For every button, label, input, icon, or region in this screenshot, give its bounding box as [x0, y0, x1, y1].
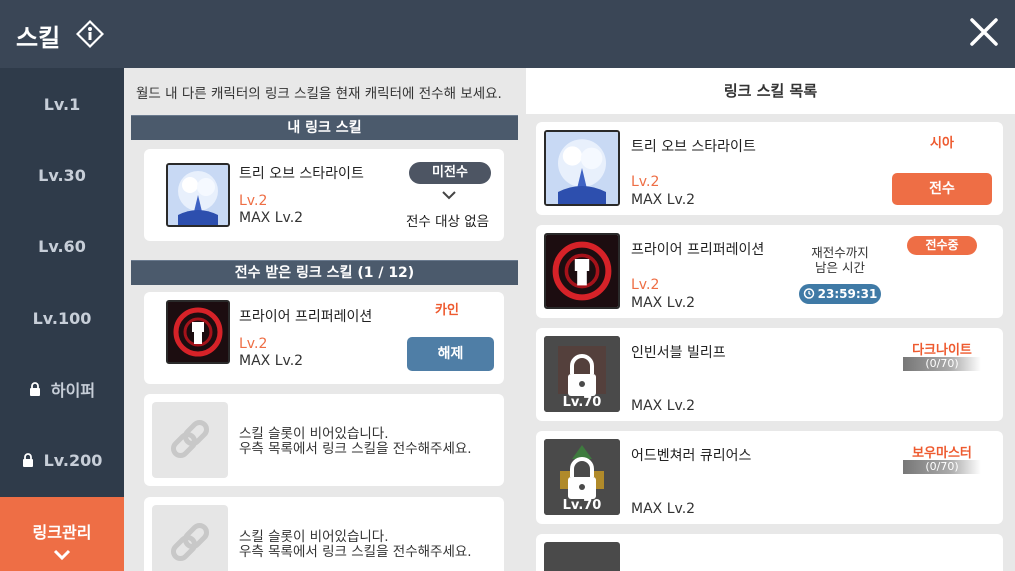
skill-name: 프라이어 프리퍼레이션 — [239, 309, 373, 325]
skill-max-level: MAX Lv.2 — [239, 210, 304, 226]
sidebar-item-lv100[interactable]: Lv.100 — [0, 288, 124, 348]
top-bar: 스킬 — [0, 0, 1015, 68]
sidebar-item-label: Lv.100 — [32, 308, 92, 328]
adventurer-curious-icon: Lv.70 — [544, 439, 620, 515]
lock-icon — [22, 453, 33, 467]
skill-name: 어드벤쳐러 큐리어스 — [631, 448, 752, 464]
list-item[interactable] — [536, 534, 1003, 571]
release-button[interactable]: 해제 — [407, 337, 494, 371]
page-title: 스킬 — [16, 24, 61, 52]
sidebar-item-lv200[interactable]: Lv.200 — [0, 430, 124, 490]
chain-link-icon — [170, 419, 210, 459]
lock-icon — [29, 382, 40, 396]
empty-slot-card[interactable]: 스킬 슬롯이 비어있습니다. 우측 목록에서 링크 스킬을 전수해주세요. — [144, 497, 504, 571]
status-badge: 전수중 — [907, 236, 977, 255]
skill-max-level: MAX Lv.2 — [631, 501, 696, 517]
sidebar-item-lv1[interactable]: Lv.1 — [0, 74, 124, 134]
chevron-down-icon[interactable] — [442, 191, 456, 200]
info-icon[interactable] — [75, 19, 105, 49]
skill-max-level: MAX Lv.2 — [631, 192, 696, 208]
skill-name: 프라이어 프리퍼레이션 — [631, 242, 765, 258]
empty-slot-text-1: 스킬 슬롯이 비어있습니다. — [239, 529, 389, 545]
skill-max-level: MAX Lv.2 — [239, 353, 304, 369]
sidebar-item-label: 링크관리 — [32, 523, 92, 542]
left-panel: 월드 내 다른 캐릭터의 링크 스킬을 현재 캐릭터에 전수해 보세요. 내 링… — [124, 68, 526, 571]
skill-level: Lv.2 — [631, 277, 660, 293]
list-item[interactable]: Lv.70 인빈서블 빌리프 다크나이트 (0/70) MAX Lv.2 — [536, 328, 1003, 421]
owner-name: 시아 — [930, 136, 954, 151]
list-item[interactable]: 트리 오브 스타라이트 시아 Lv.2 MAX Lv.2 전수 — [536, 122, 1003, 215]
link-skill-list-title: 링크 스킬 목록 — [526, 68, 1015, 114]
sidebar-item-lv60[interactable]: Lv.60 — [0, 216, 124, 276]
sidebar-item-label: Lv.200 — [43, 450, 103, 470]
skill-level: Lv.2 — [239, 336, 268, 352]
progress-bar: (0/70) — [903, 460, 981, 474]
owner-name: 카인 — [435, 303, 459, 318]
skill-level: Lv.2 — [239, 193, 268, 209]
list-item[interactable]: Lv.70 어드벤쳐러 큐리어스 보우마스터 (0/70) MAX Lv.2 — [536, 431, 1003, 524]
sidebar-item-label: Lv.30 — [38, 165, 86, 185]
received-skill-header: 전수 받은 링크 스킬 (1 / 12) — [131, 260, 518, 285]
prior-preparation-icon — [166, 300, 230, 364]
timer-label-1: 재전수까지 — [811, 245, 869, 260]
tree-of-starlight-icon — [544, 130, 620, 206]
empty-slot-icon — [152, 402, 228, 478]
owner-name: 보우마스터 — [912, 446, 972, 461]
skill-name: 트리 오브 스타라이트 — [239, 166, 364, 182]
skill-max-level: MAX Lv.2 — [631, 295, 696, 311]
status-badge: 미전수 — [409, 162, 491, 184]
chain-link-icon — [170, 522, 210, 562]
transfer-button[interactable]: 전수 — [892, 173, 992, 205]
empty-slot-text-2: 우측 목록에서 링크 스킬을 전수해주세요. — [239, 441, 472, 457]
chevron-down-icon — [53, 549, 71, 561]
empty-slot-icon — [152, 505, 228, 571]
close-icon[interactable] — [968, 16, 1000, 48]
timer-pill: 23:59:31 — [799, 284, 881, 304]
progress-bar: (0/70) — [903, 357, 981, 371]
skill-max-level: MAX Lv.2 — [631, 398, 696, 414]
empty-slot-text-2: 우측 목록에서 링크 스킬을 전수해주세요. — [239, 544, 472, 560]
skill-level: Lv.2 — [631, 174, 660, 190]
tree-of-starlight-icon — [166, 163, 230, 227]
empty-slot-card[interactable]: 스킬 슬롯이 비어있습니다. 우측 목록에서 링크 스킬을 전수해주세요. — [144, 394, 504, 486]
my-link-skill-header: 내 링크 스킬 — [131, 115, 518, 140]
skill-icon — [544, 542, 620, 571]
sidebar-item-label: Lv.1 — [43, 94, 81, 114]
prior-preparation-icon — [544, 233, 620, 309]
my-skill-card: 트리 오브 스타라이트 Lv.2 MAX Lv.2 미전수 전수 대상 없음 — [144, 149, 504, 241]
timer-value: 23:59:31 — [817, 287, 878, 301]
sidebar: Lv.1 Lv.30 Lv.60 Lv.100 하이퍼 Lv.200 링크관리 — [0, 68, 124, 571]
skill-name: 인빈서블 빌리프 — [631, 345, 726, 361]
sidebar-item-lv30[interactable]: Lv.30 — [0, 145, 124, 205]
timer-label-2: 남은 시간 — [815, 260, 865, 275]
owner-name: 다크나이트 — [912, 343, 972, 358]
invincible-belief-icon: Lv.70 — [544, 336, 620, 412]
sidebar-item-label: 하이퍼 — [50, 381, 96, 400]
list-item[interactable]: 프라이어 프리퍼레이션 전수중 재전수까지 남은 시간 23:59:31 Lv.… — [536, 225, 1003, 318]
skill-name: 트리 오브 스타라이트 — [631, 139, 756, 155]
lock-level: Lv.70 — [562, 395, 602, 410]
sidebar-item-label: Lv.60 — [38, 236, 86, 256]
empty-slot-text-1: 스킬 슬롯이 비어있습니다. — [239, 426, 389, 442]
description-text: 월드 내 다른 캐릭터의 링크 스킬을 현재 캐릭터에 전수해 보세요. — [136, 86, 502, 102]
sidebar-item-link-manage[interactable]: 링크관리 — [0, 497, 124, 571]
right-panel: 링크 스킬 목록 트리 오브 스타라이트 시아 Lv.2 MAX Lv.2 전수 — [526, 68, 1015, 571]
lock-level: Lv.70 — [562, 498, 602, 513]
sidebar-item-hyper[interactable]: 하이퍼 — [0, 359, 124, 419]
alarm-clock-icon — [803, 288, 814, 299]
status-text: 전수 대상 없음 — [406, 214, 490, 230]
received-skill-card: 프라이어 프리퍼레이션 카인 Lv.2 MAX Lv.2 해제 — [144, 292, 504, 384]
